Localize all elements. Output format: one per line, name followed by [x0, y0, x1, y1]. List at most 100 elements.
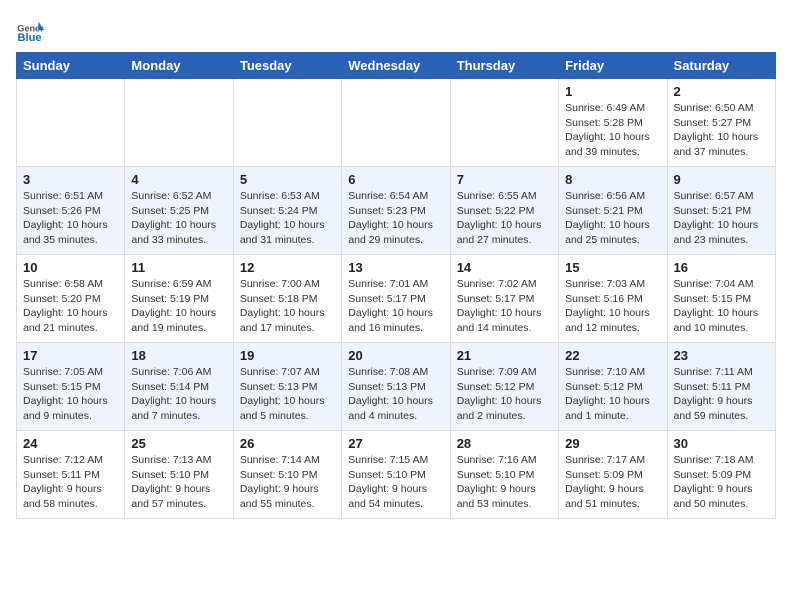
day-cell: 24 Sunrise: 7:12 AM Sunset: 5:11 PM Dayli… — [17, 431, 125, 519]
day-cell — [233, 79, 341, 167]
day-cell: 19Sunrise: 7:07 AM Sunset: 5:13 PM Dayli… — [233, 343, 341, 431]
day-cell: 27 Sunrise: 7:15 AM Sunset: 5:10 PM Dayli… — [342, 431, 450, 519]
day-info: Sunrise: 7:18 AM Sunset: 5:09 PM Dayligh… — [674, 453, 769, 512]
day-info: Sunrise: 7:13 AM Sunset: 5:10 PM Dayligh… — [131, 453, 226, 512]
day-info: Sunrise: 7:01 AM Sunset: 5:17 PM Dayligh… — [348, 277, 443, 336]
day-cell: 29 Sunrise: 7:17 AM Sunset: 5:09 PM Dayli… — [559, 431, 667, 519]
day-info: Sunrise: 7:07 AM Sunset: 5:13 PM Dayligh… — [240, 365, 335, 424]
day-cell: 7 Sunrise: 6:55 AM Sunset: 5:22 PM Daylig… — [450, 167, 558, 255]
col-header-sunday: Sunday — [17, 53, 125, 79]
day-number: 30 — [674, 436, 769, 451]
day-info: Sunrise: 7:11 AM Sunset: 5:11 PM Dayligh… — [674, 365, 769, 424]
day-cell — [17, 79, 125, 167]
day-number: 13 — [348, 260, 443, 275]
day-info: Sunrise: 7:04 AM Sunset: 5:15 PM Dayligh… — [674, 277, 769, 336]
week-row-2: 3 Sunrise: 6:51 AM Sunset: 5:26 PM Daylig… — [17, 167, 776, 255]
day-info: Sunrise: 6:55 AM Sunset: 5:22 PM Dayligh… — [457, 189, 552, 248]
day-info: Sunrise: 7:12 AM Sunset: 5:11 PM Dayligh… — [23, 453, 118, 512]
day-number: 2 — [674, 84, 769, 99]
day-info: Sunrise: 6:50 AM Sunset: 5:27 PM Dayligh… — [674, 101, 769, 160]
day-info: Sunrise: 7:06 AM Sunset: 5:14 PM Dayligh… — [131, 365, 226, 424]
day-cell — [125, 79, 233, 167]
day-cell: 17 Sunrise: 7:05 AM Sunset: 5:15 PM Dayli… — [17, 343, 125, 431]
day-number: 25 — [131, 436, 226, 451]
col-header-thursday: Thursday — [450, 53, 558, 79]
day-number: 23 — [674, 348, 769, 363]
day-info: Sunrise: 7:17 AM Sunset: 5:09 PM Dayligh… — [565, 453, 660, 512]
day-number: 27 — [348, 436, 443, 451]
col-header-wednesday: Wednesday — [342, 53, 450, 79]
day-cell: 11 Sunrise: 6:59 AM Sunset: 5:19 PM Dayli… — [125, 255, 233, 343]
day-info: Sunrise: 7:03 AM Sunset: 5:16 PM Dayligh… — [565, 277, 660, 336]
day-info: Sunrise: 6:56 AM Sunset: 5:21 PM Dayligh… — [565, 189, 660, 248]
logo-icon: General Blue — [16, 16, 44, 44]
day-cell: 16 Sunrise: 7:04 AM Sunset: 5:15 PM Dayli… — [667, 255, 775, 343]
day-number: 26 — [240, 436, 335, 451]
week-row-3: 10Sunrise: 6:58 AM Sunset: 5:20 PM Dayli… — [17, 255, 776, 343]
day-info: Sunrise: 7:14 AM Sunset: 5:10 PM Dayligh… — [240, 453, 335, 512]
col-header-friday: Friday — [559, 53, 667, 79]
day-cell: 2 Sunrise: 6:50 AM Sunset: 5:27 PM Daylig… — [667, 79, 775, 167]
header-row: SundayMondayTuesdayWednesdayThursdayFrid… — [17, 53, 776, 79]
day-number: 22 — [565, 348, 660, 363]
day-cell: 8 Sunrise: 6:56 AM Sunset: 5:21 PM Daylig… — [559, 167, 667, 255]
week-row-1: 1 Sunrise: 6:49 AM Sunset: 5:28 PM Daylig… — [17, 79, 776, 167]
day-cell: 10Sunrise: 6:58 AM Sunset: 5:20 PM Dayli… — [17, 255, 125, 343]
day-info: Sunrise: 7:15 AM Sunset: 5:10 PM Dayligh… — [348, 453, 443, 512]
day-number: 10 — [23, 260, 118, 275]
day-cell — [450, 79, 558, 167]
day-info: Sunrise: 6:59 AM Sunset: 5:19 PM Dayligh… — [131, 277, 226, 336]
day-info: Sunrise: 6:53 AM Sunset: 5:24 PM Dayligh… — [240, 189, 335, 248]
day-info: Sunrise: 7:02 AM Sunset: 5:17 PM Dayligh… — [457, 277, 552, 336]
week-row-5: 24 Sunrise: 7:12 AM Sunset: 5:11 PM Dayli… — [17, 431, 776, 519]
day-info: Sunrise: 6:54 AM Sunset: 5:23 PM Dayligh… — [348, 189, 443, 248]
logo: General Blue — [16, 16, 44, 44]
day-info: Sunrise: 6:49 AM Sunset: 5:28 PM Dayligh… — [565, 101, 660, 160]
day-number: 9 — [674, 172, 769, 187]
day-cell: 30 Sunrise: 7:18 AM Sunset: 5:09 PM Dayli… — [667, 431, 775, 519]
svg-text:Blue: Blue — [17, 32, 41, 44]
day-cell: 15 Sunrise: 7:03 AM Sunset: 5:16 PM Dayli… — [559, 255, 667, 343]
day-cell: 20Sunrise: 7:08 AM Sunset: 5:13 PM Dayli… — [342, 343, 450, 431]
day-cell: 14 Sunrise: 7:02 AM Sunset: 5:17 PM Dayli… — [450, 255, 558, 343]
day-cell: 12 Sunrise: 7:00 AM Sunset: 5:18 PM Dayli… — [233, 255, 341, 343]
day-info: Sunrise: 7:00 AM Sunset: 5:18 PM Dayligh… — [240, 277, 335, 336]
day-info: Sunrise: 6:57 AM Sunset: 5:21 PM Dayligh… — [674, 189, 769, 248]
day-info: Sunrise: 7:16 AM Sunset: 5:10 PM Dayligh… — [457, 453, 552, 512]
day-info: Sunrise: 7:10 AM Sunset: 5:12 PM Dayligh… — [565, 365, 660, 424]
day-cell: 22 Sunrise: 7:10 AM Sunset: 5:12 PM Dayli… — [559, 343, 667, 431]
day-number: 7 — [457, 172, 552, 187]
day-number: 4 — [131, 172, 226, 187]
day-number: 11 — [131, 260, 226, 275]
day-number: 16 — [674, 260, 769, 275]
day-info: Sunrise: 6:52 AM Sunset: 5:25 PM Dayligh… — [131, 189, 226, 248]
week-row-4: 17 Sunrise: 7:05 AM Sunset: 5:15 PM Dayli… — [17, 343, 776, 431]
day-number: 24 — [23, 436, 118, 451]
day-number: 15 — [565, 260, 660, 275]
day-cell: 28Sunrise: 7:16 AM Sunset: 5:10 PM Dayli… — [450, 431, 558, 519]
day-number: 3 — [23, 172, 118, 187]
day-info: Sunrise: 7:05 AM Sunset: 5:15 PM Dayligh… — [23, 365, 118, 424]
day-number: 14 — [457, 260, 552, 275]
day-cell: 26 Sunrise: 7:14 AM Sunset: 5:10 PM Dayli… — [233, 431, 341, 519]
day-cell: 23 Sunrise: 7:11 AM Sunset: 5:11 PM Dayli… — [667, 343, 775, 431]
header: General Blue — [16, 16, 776, 44]
day-info: Sunrise: 7:09 AM Sunset: 5:12 PM Dayligh… — [457, 365, 552, 424]
day-number: 12 — [240, 260, 335, 275]
day-info: Sunrise: 6:51 AM Sunset: 5:26 PM Dayligh… — [23, 189, 118, 248]
day-cell: 21 Sunrise: 7:09 AM Sunset: 5:12 PM Dayli… — [450, 343, 558, 431]
day-cell: 13 Sunrise: 7:01 AM Sunset: 5:17 PM Dayli… — [342, 255, 450, 343]
day-cell: 9 Sunrise: 6:57 AM Sunset: 5:21 PM Daylig… — [667, 167, 775, 255]
day-cell: 6Sunrise: 6:54 AM Sunset: 5:23 PM Daylig… — [342, 167, 450, 255]
day-cell: 4 Sunrise: 6:52 AM Sunset: 5:25 PM Daylig… — [125, 167, 233, 255]
day-cell: 25 Sunrise: 7:13 AM Sunset: 5:10 PM Dayli… — [125, 431, 233, 519]
day-number: 29 — [565, 436, 660, 451]
day-number: 21 — [457, 348, 552, 363]
day-number: 8 — [565, 172, 660, 187]
day-number: 5 — [240, 172, 335, 187]
day-number: 1 — [565, 84, 660, 99]
day-cell: 1 Sunrise: 6:49 AM Sunset: 5:28 PM Daylig… — [559, 79, 667, 167]
day-number: 17 — [23, 348, 118, 363]
col-header-saturday: Saturday — [667, 53, 775, 79]
day-cell: 18Sunrise: 7:06 AM Sunset: 5:14 PM Dayli… — [125, 343, 233, 431]
